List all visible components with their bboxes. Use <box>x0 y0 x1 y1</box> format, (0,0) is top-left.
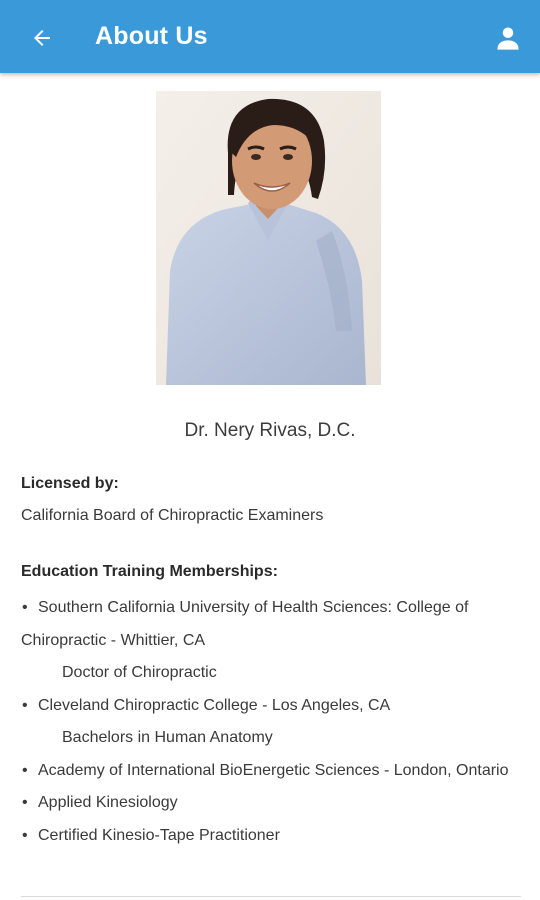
about-content: Licensed by: California Board of Chiropr… <box>21 472 521 852</box>
education-item-text: Cleveland Chiropractic College - Los Ang… <box>38 696 391 714</box>
list-item: • Applied Kinesiology <box>21 787 521 820</box>
bullet-icon: • <box>22 696 28 714</box>
education-heading: Education Training Memberships: <box>21 563 278 580</box>
education-item-degree: Doctor of Chiropractic <box>62 664 217 681</box>
license-text: California Board of Chiropractic Examine… <box>21 507 324 524</box>
list-item: • Academy of International BioEnergetic S… <box>21 755 521 788</box>
profile-button[interactable] <box>492 22 524 54</box>
bullet-icon: • <box>22 761 28 779</box>
license-heading: Licensed by: <box>21 475 119 492</box>
education-item-text: Applied Kinesiology <box>38 794 178 811</box>
app-bar: About Us <box>0 0 540 73</box>
arrow-left-icon <box>34 30 50 46</box>
user-icon <box>497 27 519 50</box>
list-item: • Certified Kinesio-Tape Practitioner <box>21 820 521 853</box>
bullet-icon: • <box>22 826 28 844</box>
education-item-text: Southern California University of Health… <box>21 599 469 649</box>
doctor-portrait-image <box>156 91 381 385</box>
doctor-name: Dr. Nery Rivas, D.C. <box>184 420 356 441</box>
page-title: About Us <box>95 22 208 50</box>
bullet-icon: • <box>22 794 28 811</box>
bullet-icon: • <box>22 599 28 616</box>
divider <box>21 896 521 897</box>
education-item-text: Academy of International BioEnergetic Sc… <box>38 761 509 779</box>
list-item: • Cleveland Chiropractic College - Los An… <box>21 690 521 723</box>
education-item-text: Certified Kinesio-Tape Practitioner <box>38 826 280 844</box>
education-item-degree: Bachelors in Human Anatomy <box>62 729 273 746</box>
doctor-photo <box>156 91 381 385</box>
list-item: • Southern California University of Healt… <box>21 592 521 657</box>
education-list: • Southern California University of Healt… <box>21 592 521 852</box>
back-button[interactable] <box>26 22 58 54</box>
